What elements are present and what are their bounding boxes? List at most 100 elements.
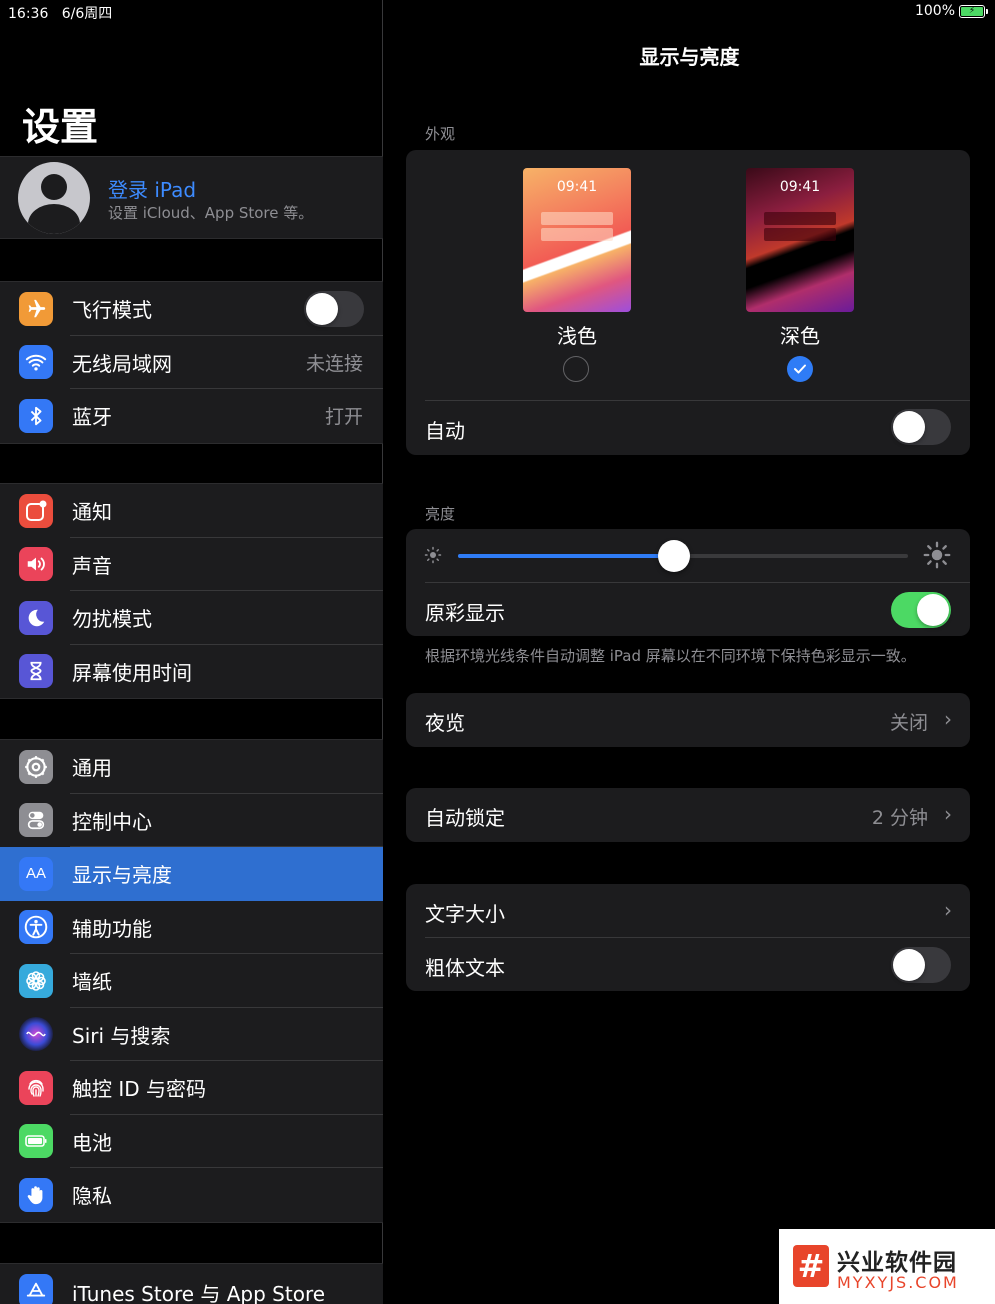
dark-mode-preview[interactable]: 09:41 <box>746 168 854 312</box>
sidebar-item-label: 电池 <box>72 1130 112 1155</box>
system-group: 通用 控制中心 AA 显示与亮度 辅助功能 墙纸 Siri 与搜索 触控 ID … <box>0 739 383 1223</box>
sidebar-item-label: 声音 <box>72 553 112 578</box>
sidebar-item-label: 控制中心 <box>72 809 152 834</box>
store-group: iTunes Store 与 App Store <box>0 1263 383 1304</box>
appearance-header: 外观 <box>425 125 456 143</box>
hand-icon <box>19 1177 53 1212</box>
true-tone-label: 原彩显示 <box>425 600 505 625</box>
sidebar-item-accessibility[interactable]: 辅助功能 <box>0 901 383 954</box>
auto-appearance-toggle[interactable] <box>891 409 951 445</box>
airplane-toggle[interactable] <box>304 291 364 327</box>
airplane-icon <box>19 291 53 326</box>
chevron-right-icon: › <box>944 802 952 826</box>
hourglass-icon <box>19 654 53 689</box>
sidebar-item-label: 触控 ID 与密码 <box>72 1077 207 1102</box>
night-shift-label: 夜览 <box>425 711 465 735</box>
sidebar-item-label: 显示与亮度 <box>72 863 172 888</box>
true-tone-toggle[interactable] <box>891 591 951 628</box>
text-size-label: 文字大小 <box>425 902 505 926</box>
accessibility-icon <box>19 910 53 945</box>
sidebar-item-wallpaper[interactable]: 墙纸 <box>0 954 383 1008</box>
bluetooth-status: 打开 <box>324 406 363 429</box>
sidebar-item-sound[interactable]: 声音 <box>0 538 383 591</box>
sidebar-item-display[interactable]: AA 显示与亮度 <box>0 847 383 901</box>
preview-time: 09:41 <box>779 179 821 195</box>
page-title: 显示与亮度 <box>639 45 740 69</box>
wifi-icon <box>19 345 53 380</box>
true-tone-row: 原彩显示 <box>406 583 970 637</box>
app-store-icon <box>19 1274 53 1304</box>
brightness-slider-thumb[interactable] <box>658 540 690 572</box>
notifications-icon <box>19 493 53 528</box>
night-shift-row[interactable]: 夜览 关闭 › <box>406 693 970 747</box>
sidebar-item-privacy[interactable]: 隐私 <box>0 1168 383 1222</box>
sidebar-item-label: 无线局域网 <box>72 351 172 376</box>
preview-time: 09:41 <box>556 179 598 195</box>
sidebar-item-label: 通用 <box>72 756 112 781</box>
bold-text-toggle[interactable] <box>891 946 951 983</box>
siri-icon <box>19 1017 53 1052</box>
sidebar-item-label: 勿扰模式 <box>72 607 152 632</box>
sun-small-icon <box>424 546 442 564</box>
light-mode-radio[interactable] <box>563 356 589 382</box>
sidebar-item-label: iTunes Store 与 App Store <box>72 1282 326 1304</box>
auto-lock-value: 2 分钟 <box>871 807 928 829</box>
brightness-slider-row <box>406 529 970 583</box>
sidebar-item-control-center[interactable]: 控制中心 <box>0 794 383 847</box>
watermark-title: 兴业软件园 <box>837 1250 957 1276</box>
appearance-card: 09:41 浅色 09:41 深色 自动 <box>406 150 970 455</box>
checkmark-icon <box>794 364 806 374</box>
gear-icon <box>19 749 53 784</box>
fingerprint-icon <box>19 1070 53 1105</box>
battery-percent: 100% <box>914 3 955 19</box>
sidebar-item-label: 辅助功能 <box>72 916 152 941</box>
night-shift-card: 夜览 关闭 › <box>406 693 970 747</box>
chevron-right-icon: › <box>944 707 952 731</box>
profile-name: 登录 iPad <box>108 178 197 202</box>
sidebar-item-general[interactable]: 通用 <box>0 740 383 794</box>
light-mode-preview[interactable]: 09:41 <box>523 168 631 312</box>
sidebar-item-airplane[interactable]: 飞行模式 <box>0 282 383 336</box>
settings-sidebar: 设置 登录 iPad 设置 iCloud、App Store 等。 飞行模式 无… <box>0 0 383 1304</box>
profile-cell[interactable]: 登录 iPad 设置 iCloud、App Store 等。 <box>0 156 383 239</box>
sidebar-title: 设置 <box>22 105 99 149</box>
battery-icon <box>19 1124 53 1159</box>
true-tone-footnote: 根据环境光线条件自动调整 iPad 屏幕以在不同环境下保持色彩显示一致。 <box>425 647 916 665</box>
auto-lock-row[interactable]: 自动锁定 2 分钟 › <box>406 788 970 842</box>
sidebar-item-screen-time[interactable]: 屏幕使用时间 <box>0 645 383 699</box>
flower-icon <box>19 963 53 998</box>
sidebar-item-label: 墙纸 <box>72 970 112 995</box>
watermark-subtitle: MYXYJS.COM <box>837 1273 959 1292</box>
sidebar-item-siri[interactable]: Siri 与搜索 <box>0 1008 383 1061</box>
bold-text-label: 粗体文本 <box>425 955 505 980</box>
sidebar-item-label: 飞行模式 <box>72 298 152 323</box>
sidebar-item-battery[interactable]: 电池 <box>0 1115 383 1168</box>
moon-icon <box>19 600 53 635</box>
sidebar-item-bluetooth[interactable]: 蓝牙 打开 <box>0 389 383 443</box>
text-card: 文字大小 › 粗体文本 <box>406 884 970 991</box>
battery-status-icon: ⚡ <box>959 4 988 18</box>
sound-icon <box>19 547 53 582</box>
sidebar-item-label: 通知 <box>72 500 112 525</box>
switches-icon <box>19 803 53 838</box>
sun-large-icon <box>923 541 951 569</box>
sidebar-item-label: 隐私 <box>72 1184 112 1209</box>
sidebar-item-itunes-app-store[interactable]: iTunes Store 与 App Store <box>0 1264 383 1304</box>
avatar <box>18 162 90 234</box>
brightness-header: 亮度 <box>425 505 456 523</box>
display-brightness-pane: 显示与亮度 外观 09:41 浅色 09:41 深色 自动 亮度 原彩显示 根据… <box>384 0 995 1304</box>
sidebar-item-notifications[interactable]: 通知 <box>0 484 383 538</box>
brightness-card: 原彩显示 <box>406 529 970 636</box>
dark-mode-radio[interactable] <box>787 356 813 382</box>
connectivity-group: 飞行模式 无线局域网 未连接 蓝牙 打开 <box>0 281 383 444</box>
auto-appearance-label: 自动 <box>425 419 465 443</box>
notifications-group: 通知 声音 勿扰模式 屏幕使用时间 <box>0 483 383 699</box>
text-size-row[interactable]: 文字大小 › <box>406 884 970 938</box>
status-date: 6/6周四 <box>61 6 113 22</box>
light-mode-label: 浅色 <box>557 324 597 348</box>
sidebar-item-wifi[interactable]: 无线局域网 未连接 <box>0 336 383 389</box>
sidebar-item-touch-id[interactable]: 触控 ID 与密码 <box>0 1061 383 1115</box>
sidebar-item-do-not-disturb[interactable]: 勿扰模式 <box>0 591 383 645</box>
brightness-slider[interactable] <box>458 540 908 572</box>
bold-text-row: 粗体文本 <box>406 938 970 992</box>
